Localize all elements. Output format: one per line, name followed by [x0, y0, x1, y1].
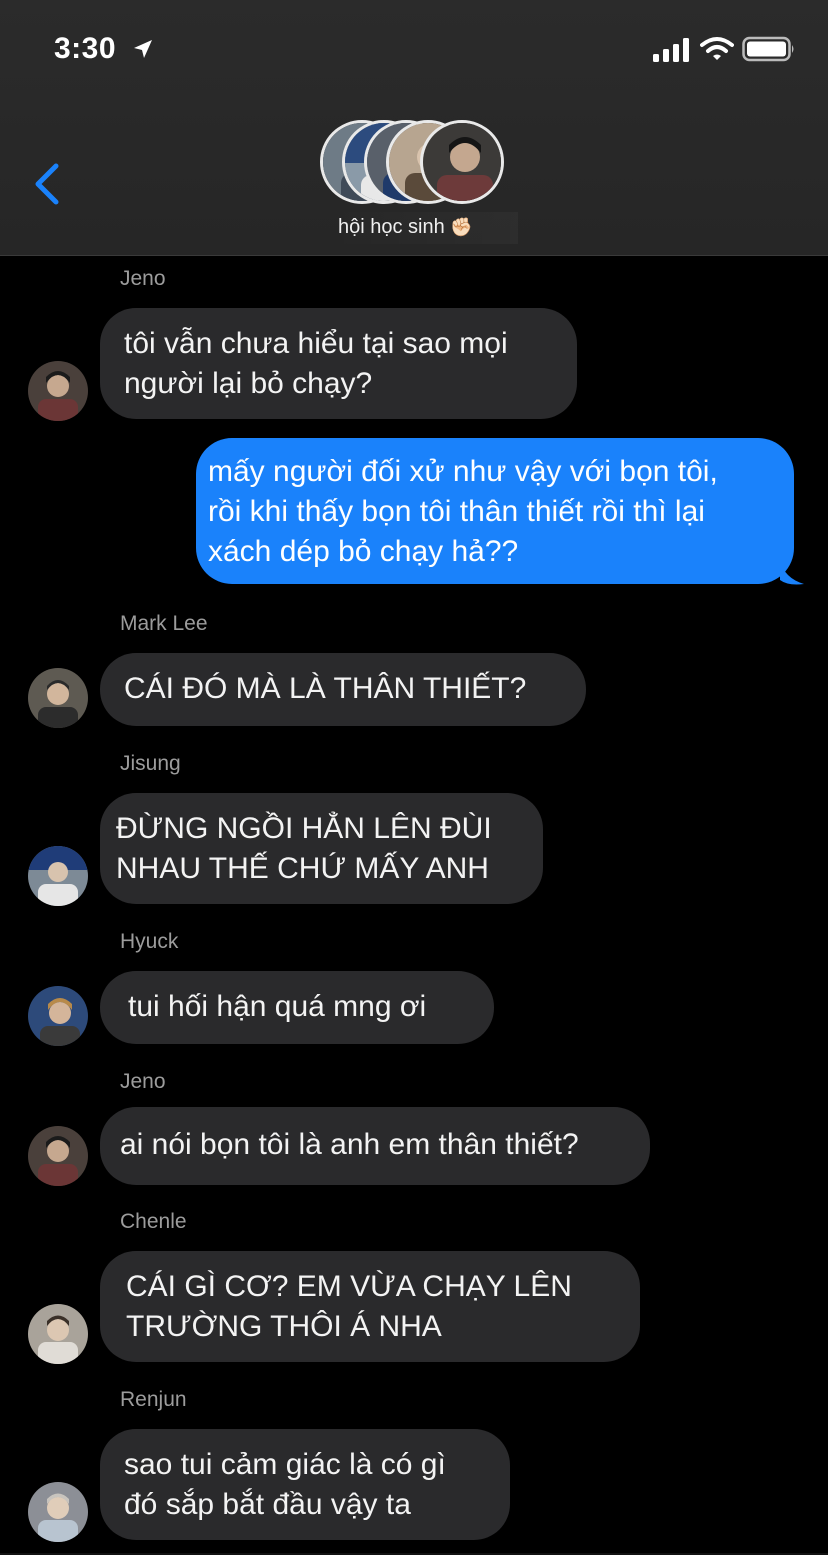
avatar [28, 1126, 88, 1186]
message-text: CÁI GÌ CƠ? EM VỪA CHẠY LÊN [126, 1270, 572, 1303]
message-text: tôi vẫn chưa hiểu tại sao mọi [124, 327, 508, 360]
message-text: rồi khi thấy bọn tôi thân thiết rồi thì … [208, 495, 705, 528]
raised-fist-emoji: ✊🏻 [450, 217, 473, 237]
message-text: sao tui cảm giác là có gì [124, 1448, 446, 1481]
group-name: hội học sinh ✊🏻 [338, 216, 473, 239]
location-arrow-icon [134, 40, 152, 58]
message-bubble[interactable]: tôi vẫn chưa hiểu tại sao mọi người lại … [100, 308, 577, 419]
message-bubble[interactable]: CÁI GÌ CƠ? EM VỪA CHẠY LÊN TRƯỜNG THÔI Á… [100, 1251, 640, 1362]
sender-name: Jeno [120, 1070, 166, 1093]
message-bubble[interactable]: tui hối hận quá mng ơi [100, 971, 494, 1044]
message-text: người lại bỏ chạy? [124, 367, 373, 400]
message-text: NHAU THẾ CHỨ MẤY ANH [116, 852, 489, 885]
message-bubble[interactable]: ĐỪNG NGỒI HẲN LÊN ĐÙI NHAU THẾ CHỨ MẤY A… [100, 793, 543, 904]
wifi-icon [700, 37, 734, 60]
sender-name: Hyuck [120, 930, 179, 953]
message-bubble[interactable]: CÁI ĐÓ MÀ LÀ THÂN THIẾT? [100, 653, 586, 726]
sender-name: Mark Lee [120, 612, 208, 635]
status-bar: 3:30 [0, 0, 828, 100]
avatar [28, 361, 88, 421]
avatar [28, 1482, 88, 1542]
sender-name: Chenle [120, 1210, 187, 1233]
member-avatar [420, 120, 504, 204]
message-text: xách dép bỏ chạy hả?? [208, 535, 519, 568]
message-text: mấy người đối xử như vậy với bọn tôi, [208, 455, 718, 488]
avatar [28, 986, 88, 1046]
outgoing-message-bubble[interactable]: mấy người đối xử như vậy với bọn tôi, rồ… [196, 438, 794, 584]
cellular-signal-icon [653, 38, 689, 62]
battery-icon [742, 36, 794, 62]
status-time: 3:30 [54, 32, 117, 65]
back-button[interactable] [30, 160, 70, 208]
message-bubble[interactable]: sao tui cảm giác là có gì đó sắp bắt đầu… [100, 1429, 510, 1540]
chevron-left-icon [35, 163, 59, 205]
message-text: ĐỪNG NGỒI HẲN LÊN ĐÙI [116, 812, 492, 845]
message-text: CÁI ĐÓ MÀ LÀ THÂN THIẾT? [124, 672, 527, 705]
avatar [28, 1304, 88, 1364]
message-bubble[interactable]: ai nói bọn tôi là anh em thân thiết? [100, 1107, 650, 1185]
message-text: tui hối hận quá mng ơi [128, 990, 427, 1023]
message-text: ai nói bọn tôi là anh em thân thiết? [120, 1128, 579, 1161]
sender-name: Jisung [120, 752, 181, 775]
group-avatar-stack[interactable] [320, 120, 510, 206]
group-name-text: hội học sinh [338, 216, 445, 238]
message-text: đó sắp bắt đầu vậy ta [124, 1488, 411, 1521]
avatar [28, 668, 88, 728]
chat-header: 3:30 hội học sinh ✊🏻 [0, 0, 828, 256]
sender-name: Jeno [120, 267, 166, 290]
sender-name: Renjun [120, 1388, 187, 1411]
bubble-tail [780, 560, 804, 585]
group-name-area[interactable]: hội học sinh ✊🏻 [330, 212, 518, 244]
message-text: TRƯỜNG THÔI Á NHA [126, 1310, 442, 1343]
avatar [28, 846, 88, 906]
